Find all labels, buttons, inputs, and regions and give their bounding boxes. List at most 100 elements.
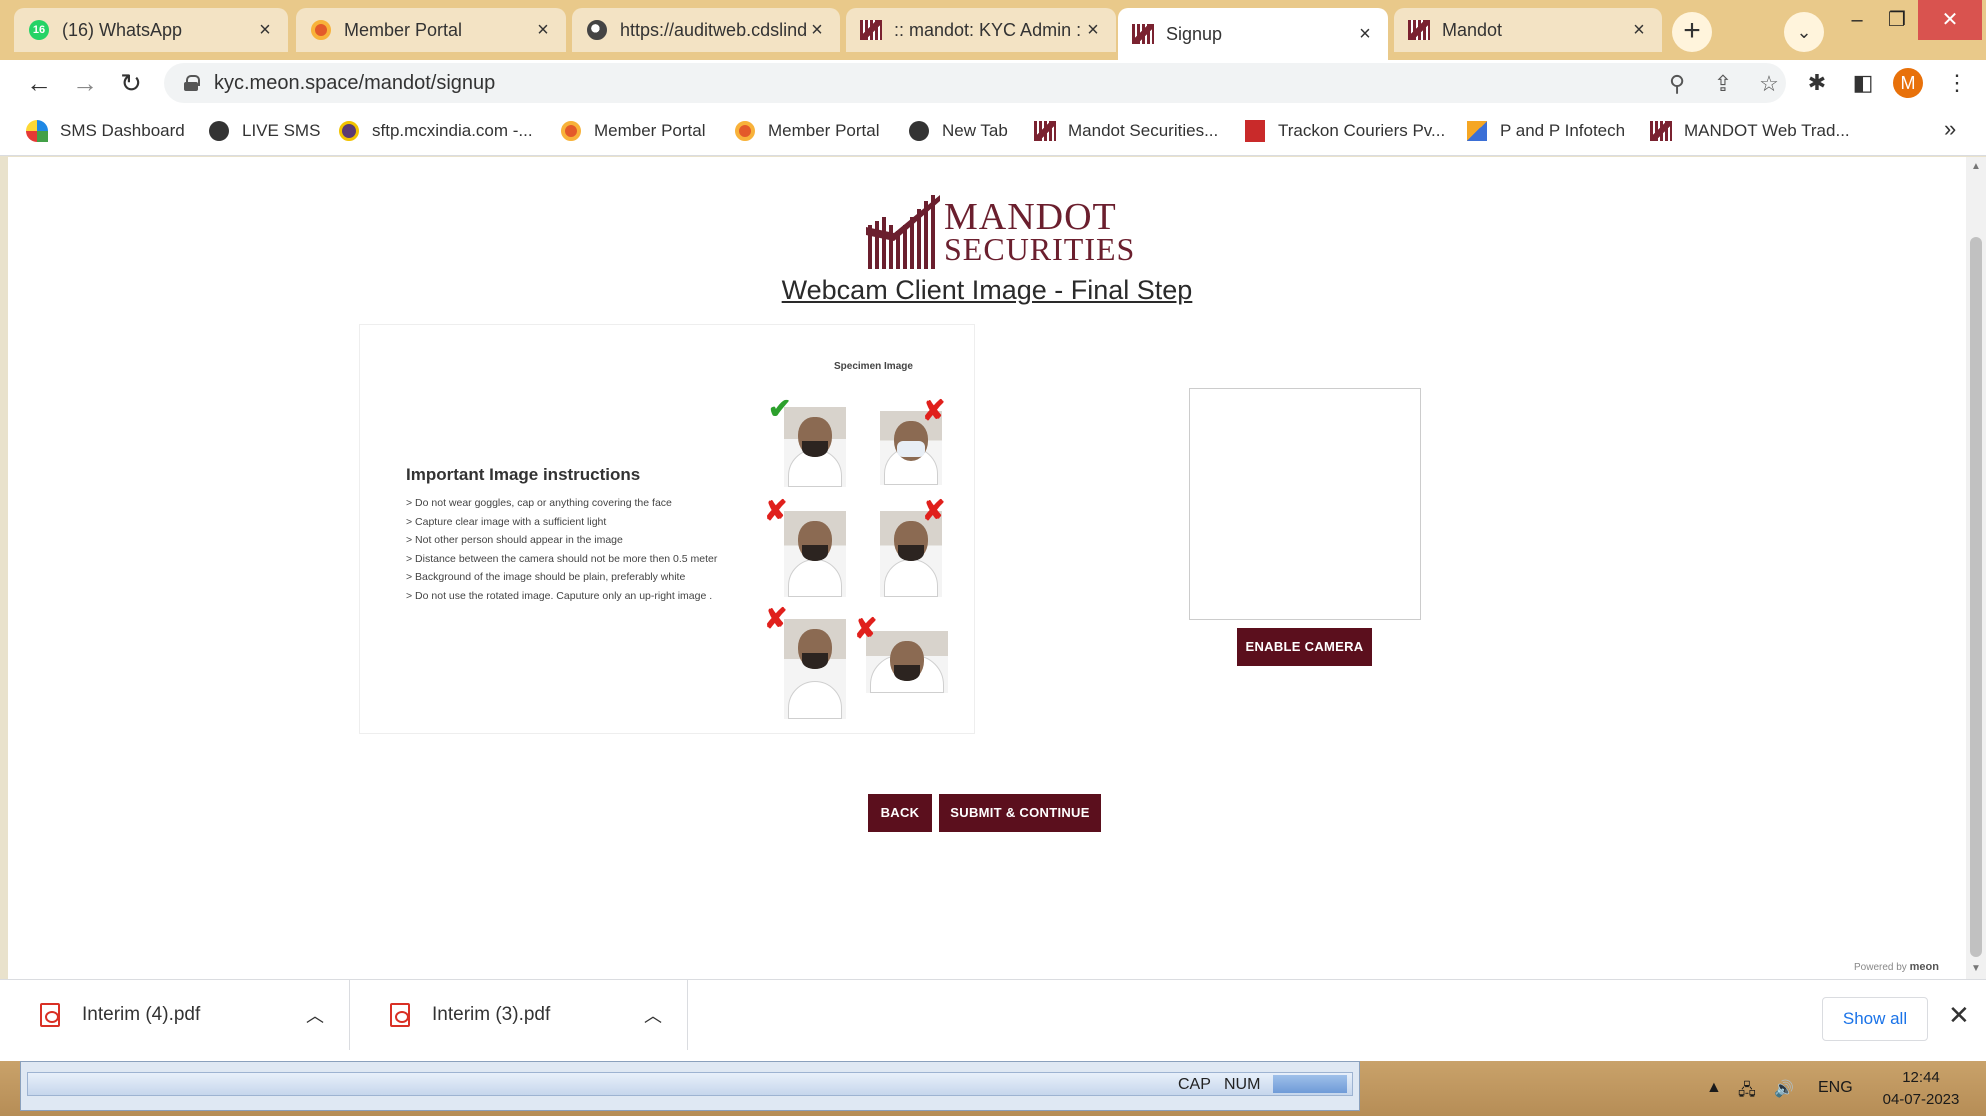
back-button[interactable]: BACK: [868, 794, 932, 832]
bookmark-new-tab[interactable]: New Tab: [908, 118, 1008, 144]
bookmark-label: SMS Dashboard: [60, 121, 185, 140]
bookmark-mandot-web-trade[interactable]: MANDOT Web Trad...: [1650, 118, 1850, 144]
scrollbar-thumb[interactable]: [1970, 237, 1982, 957]
browser-toolbar: ← → ↻ kyc.meon.space/mandot/signup ⚲ ⇪ ☆…: [0, 60, 1986, 106]
sms-dashboard-icon: [26, 120, 48, 142]
lock-icon[interactable]: [184, 75, 200, 91]
download-item[interactable]: Interim (3).pdf ︿: [350, 980, 688, 1050]
tab-member-portal[interactable]: Member Portal ×: [296, 8, 566, 52]
bookmark-mandot-securities[interactable]: Mandot Securities...: [1034, 118, 1218, 144]
download-item[interactable]: Interim (4).pdf ︿: [0, 980, 350, 1050]
check-icon: ✔: [768, 393, 792, 424]
chevron-up-icon[interactable]: ︿: [644, 1002, 662, 1028]
scroll-up-icon[interactable]: ▲: [1970, 161, 1982, 173]
bookmark-label: P and P Infotech: [1500, 121, 1626, 140]
bookmark-label: Mandot Securities...: [1068, 121, 1219, 140]
scroll-down-icon[interactable]: ▼: [1970, 963, 1982, 975]
cross-icon: ✘: [854, 613, 878, 644]
close-icon[interactable]: ×: [1628, 19, 1650, 41]
instruction-item: > Do not wear goggles, cap or anything c…: [406, 497, 672, 509]
tab-strip: 16 (16) WhatsApp × Member Portal × https…: [0, 0, 1986, 60]
page-scrollbar[interactable]: ▲ ▼: [1966, 157, 1986, 979]
taskbar: CAP NUM ▲ 🖧 🔊 ENG 12:44 04-07-2023: [0, 1061, 1986, 1116]
whatsapp-icon: 16: [28, 19, 50, 41]
forward-arrow-icon[interactable]: →: [68, 66, 102, 100]
tray-expand-icon[interactable]: ▲: [1706, 1079, 1722, 1097]
enable-camera-button[interactable]: ENABLE CAMERA: [1237, 628, 1372, 666]
bookmark-sms-dashboard[interactable]: SMS Dashboard: [26, 118, 185, 144]
tab-mandot[interactable]: Mandot ×: [1394, 8, 1662, 52]
zoom-icon[interactable]: ⚲: [1664, 71, 1690, 97]
address-bar[interactable]: kyc.meon.space/mandot/signup ⚲ ⇪ ☆: [164, 63, 1786, 103]
clock[interactable]: 12:44 04-07-2023: [1866, 1067, 1976, 1111]
pencil-icon: [1466, 120, 1488, 142]
network-icon[interactable]: 🖧: [1738, 1079, 1756, 1106]
profile-avatar[interactable]: M: [1893, 68, 1923, 98]
specimen-label: Specimen Image: [834, 361, 913, 372]
language-indicator[interactable]: ENG: [1818, 1079, 1853, 1097]
specimen-photo-correct: [784, 407, 846, 487]
bookmark-label: Member Portal: [594, 121, 706, 140]
brand-subtitle: SECURITIES: [944, 231, 1136, 267]
tab-title: https://auditweb.cdslindia.com: [620, 19, 806, 40]
close-icon[interactable]: ×: [1082, 19, 1104, 41]
instruction-item: > Distance between the camera should not…: [406, 552, 718, 565]
extensions-icon[interactable]: ✱: [1800, 66, 1834, 100]
url-text[interactable]: kyc.meon.space/mandot/signup: [214, 72, 495, 95]
tab-title: Mandot: [1442, 19, 1503, 40]
tab-search-icon[interactable]: ⌄: [1784, 12, 1824, 52]
specimen-photo-other-person: [784, 619, 846, 719]
member-portal-icon: [734, 120, 756, 142]
bookmark-sftp-mcx[interactable]: sftp.mcxindia.com -...: [338, 118, 533, 144]
close-icon[interactable]: ×: [254, 19, 276, 41]
globe-icon: [908, 120, 930, 142]
bookmark-label: MANDOT Web Trad...: [1684, 121, 1850, 140]
bookmark-member-portal-1[interactable]: Member Portal: [560, 118, 705, 144]
menu-icon[interactable]: ⋮: [1940, 66, 1974, 100]
window-close-icon[interactable]: ✕: [1918, 0, 1982, 40]
specimen-photo-tilted: [784, 511, 846, 597]
powered-by-brand: meon: [1909, 961, 1939, 973]
mcx-icon: [338, 120, 360, 142]
tab-title: (16) WhatsApp: [62, 19, 183, 40]
close-icon[interactable]: ×: [806, 19, 828, 41]
back-arrow-icon[interactable]: ←: [22, 66, 56, 100]
powered-by: Powered by meon: [1854, 961, 1939, 973]
bookmarks-bar: SMS Dashboard LIVE SMS sftp.mcxindia.com…: [0, 106, 1986, 156]
reload-icon[interactable]: ↻: [114, 66, 148, 100]
cross-icon: ✘: [764, 603, 788, 634]
download-name: Interim (3).pdf: [432, 1004, 551, 1025]
cross-icon: ✘: [764, 495, 788, 526]
share-icon[interactable]: ⇪: [1710, 71, 1736, 97]
cross-icon: ✘: [922, 495, 946, 526]
tab-kyc-admin[interactable]: :: mandot: KYC Admin :: ×: [846, 8, 1116, 52]
status-bar: CAP NUM: [27, 1072, 1353, 1096]
bookmark-p-and-p[interactable]: P and P Infotech: [1466, 118, 1625, 144]
close-icon[interactable]: ✕: [1948, 1000, 1970, 1031]
tab-signup[interactable]: Signup ×: [1118, 8, 1388, 60]
bookmark-member-portal-2[interactable]: Member Portal: [734, 118, 879, 144]
bookmark-live-sms[interactable]: LIVE SMS: [208, 118, 320, 144]
tab-whatsapp[interactable]: 16 (16) WhatsApp ×: [14, 8, 288, 52]
bookmarks-overflow-icon[interactable]: »: [1944, 116, 1956, 142]
show-all-button[interactable]: Show all: [1822, 997, 1928, 1041]
restore-icon[interactable]: ❐: [1874, 0, 1920, 40]
tab-title: :: mandot: KYC Admin ::: [894, 19, 1082, 40]
cross-icon: ✘: [922, 395, 946, 426]
new-tab-button[interactable]: +: [1672, 12, 1712, 52]
tab-auditweb[interactable]: https://auditweb.cdslindia.com ×: [572, 8, 840, 52]
page-content: MANDOT SECURITIES Webcam Client Image - …: [8, 157, 1966, 979]
mandot-logo-icon: [866, 195, 940, 269]
close-icon[interactable]: ×: [1354, 23, 1376, 45]
submit-continue-button[interactable]: SUBMIT & CONTINUE: [939, 794, 1101, 832]
caps-lock-indicator: CAP: [1178, 1076, 1211, 1093]
star-icon[interactable]: ☆: [1756, 71, 1782, 97]
volume-icon[interactable]: 🔊: [1774, 1079, 1794, 1099]
pdf-icon: [40, 1003, 60, 1027]
chevron-up-icon[interactable]: ︿: [306, 1002, 324, 1028]
close-icon[interactable]: ×: [532, 19, 554, 41]
mandot-logo-icon: [1408, 19, 1430, 41]
instructions-heading: Important Image instructions: [406, 465, 641, 484]
bookmark-trackon[interactable]: Trackon Couriers Pv...: [1244, 118, 1445, 144]
side-panel-icon[interactable]: ◧: [1846, 66, 1880, 100]
